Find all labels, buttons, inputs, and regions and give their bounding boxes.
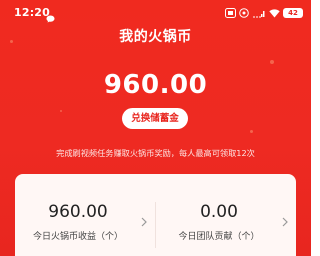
screen: 12:20 42 我的火锅币 960.00 兑换储蓄金 完成刷视频任务赚取火锅币… xyxy=(0,0,311,256)
wifi-icon xyxy=(269,8,280,18)
background-sparkle xyxy=(270,60,274,64)
notification-icon xyxy=(239,8,249,18)
chevron-right-icon xyxy=(282,212,288,227)
stat-label: 今日火锅币收益（个） xyxy=(32,232,123,242)
exchange-savings-button[interactable]: 兑换储蓄金 xyxy=(122,108,188,129)
signal-icon xyxy=(252,8,266,18)
background-sparkle xyxy=(60,110,62,112)
balance-value: 960.00 xyxy=(103,70,208,100)
status-icons: 42 xyxy=(225,7,303,19)
sim-icon xyxy=(225,8,236,18)
stat-value: 960.00 xyxy=(48,202,108,222)
background-sparkle xyxy=(250,130,253,133)
page-title: 我的火锅币 xyxy=(119,29,192,45)
chat-bubble-icon xyxy=(46,8,55,23)
stats-card: 960.00 今日火锅币收益（个） 0.00 今日团队贡献（个） xyxy=(15,174,296,256)
reward-notice: 完成刷视频任务赚取火锅币奖励，每人最高可领取12次 xyxy=(56,148,255,158)
today-coin-earnings[interactable]: 960.00 今日火锅币收益（个） xyxy=(15,174,155,256)
status-time: 12:20 xyxy=(14,6,51,19)
stat-value: 0.00 xyxy=(200,202,238,222)
stat-label: 今日团队贡献（个） xyxy=(178,232,260,242)
chevron-right-icon xyxy=(141,212,147,227)
battery-icon: 42 xyxy=(283,8,303,18)
status-bar: 12:20 42 xyxy=(0,0,311,26)
today-team-contribution[interactable]: 0.00 今日团队贡献（个） xyxy=(156,174,296,256)
